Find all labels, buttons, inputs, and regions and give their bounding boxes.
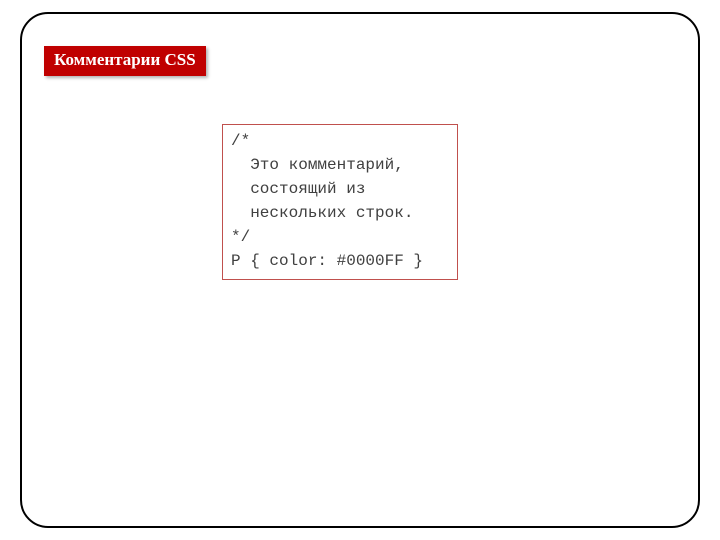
slide-frame: Комментарии CSS /* Это комментарий, сост… [20, 12, 700, 528]
title-badge: Комментарии CSS [44, 46, 206, 76]
code-example-box: /* Это комментарий, состоящий из несколь… [222, 124, 458, 280]
code-example-text: /* Это комментарий, состоящий из несколь… [231, 129, 449, 273]
